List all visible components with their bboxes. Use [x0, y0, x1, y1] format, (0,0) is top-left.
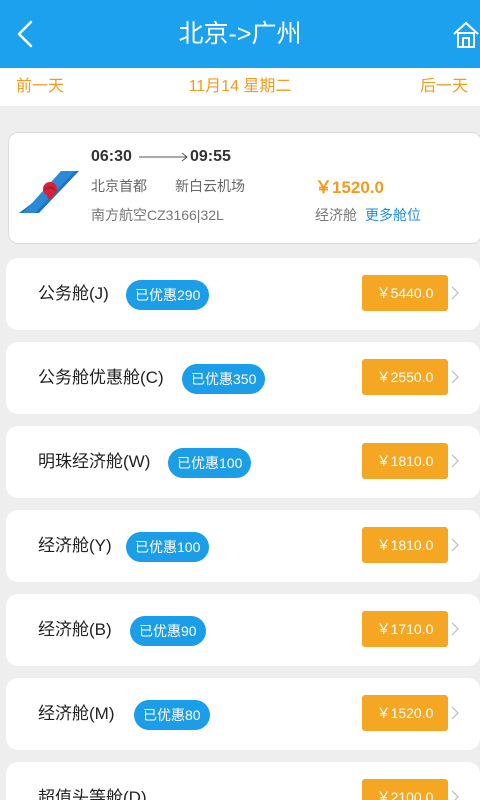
cabin-row[interactable]: 经济舱(M) 已优惠80 ￥1520.0: [6, 678, 480, 750]
lowest-price: ￥1520.0: [315, 178, 384, 197]
cabin-row[interactable]: 超值头等舱(D) ￥2100.0: [6, 762, 480, 800]
cabin-row[interactable]: 明珠经济舱(W) 已优惠100 ￥1810.0: [6, 426, 480, 498]
page-title: 北京->广州: [178, 20, 302, 48]
home-icon: [453, 21, 479, 48]
cabin-name: 明珠经济舱(W): [38, 452, 151, 471]
arrival-time: 09:55: [190, 148, 231, 165]
departure-time: 06:30: [91, 148, 132, 165]
arrival-airport: 新白云机场: [175, 178, 245, 194]
chevron-right-icon: [451, 370, 459, 384]
discount-badge: 已优惠350: [182, 364, 266, 394]
cabin-name: 经济舱(M): [38, 704, 115, 723]
price-button[interactable]: ￥1710.0: [362, 611, 448, 647]
price-button[interactable]: ￥1520.0: [362, 695, 448, 731]
title-bar: 北京->广州: [0, 0, 480, 68]
cabin-row[interactable]: 经济舱(B) 已优惠90 ￥1710.0: [6, 594, 480, 666]
price-button[interactable]: ￥2550.0: [362, 359, 448, 395]
more-cabins-link[interactable]: 更多舱位: [365, 205, 421, 225]
prev-day-button[interactable]: 前一天: [16, 68, 64, 106]
price-button[interactable]: ￥1810.0: [362, 443, 448, 479]
chevron-right-icon: [451, 622, 459, 636]
price-button[interactable]: ￥1810.0: [362, 527, 448, 563]
date-bar: 11月14 星期二 前一天 后一天: [0, 68, 480, 106]
chevron-right-icon: [451, 538, 459, 552]
flight-summary-card[interactable]: 06:30 09:55 北京首都 新白云机场 南方航空CZ3166|32L ￥1…: [8, 132, 480, 244]
discount-badge: 已优惠90: [130, 616, 206, 646]
price-button[interactable]: ￥5440.0: [362, 275, 448, 311]
departure-airport: 北京首都: [91, 178, 147, 194]
cabin-row[interactable]: 经济舱(Y) 已优惠100 ￥1810.0: [6, 510, 480, 582]
next-day-button[interactable]: 后一天: [420, 68, 468, 106]
price-button[interactable]: ￥2100.0: [362, 779, 448, 800]
cabin-row[interactable]: 公务舱(J) 已优惠290 ￥5440.0: [6, 258, 480, 330]
china-southern-logo: [19, 171, 79, 213]
cabin-name: 经济舱(Y): [38, 536, 112, 555]
home-button[interactable]: [452, 20, 480, 50]
cabin-name: 公务舱优惠舱(C): [38, 368, 164, 387]
cabin-row[interactable]: 公务舱优惠舱(C) 已优惠350 ￥2550.0: [6, 342, 480, 414]
discount-badge: 已优惠100: [168, 448, 252, 478]
chevron-right-icon: [451, 286, 459, 300]
flight-info: 南方航空CZ3166|32L: [91, 207, 224, 223]
cabin-class: 经济舱: [315, 207, 357, 223]
discount-badge: 已优惠290: [126, 280, 210, 310]
discount-badge: 已优惠80: [134, 700, 210, 730]
cabin-name: 超值头等舱(D): [38, 788, 147, 800]
chevron-right-icon: [451, 454, 459, 468]
cabin-name: 公务舱(J): [38, 284, 109, 303]
cabin-name: 经济舱(B): [38, 620, 112, 639]
chevron-right-icon: [451, 706, 459, 720]
arrow-icon: [139, 152, 188, 162]
chevron-right-icon: [451, 790, 459, 800]
current-date[interactable]: 11月14 星期二: [0, 68, 480, 106]
discount-badge: 已优惠100: [126, 532, 210, 562]
